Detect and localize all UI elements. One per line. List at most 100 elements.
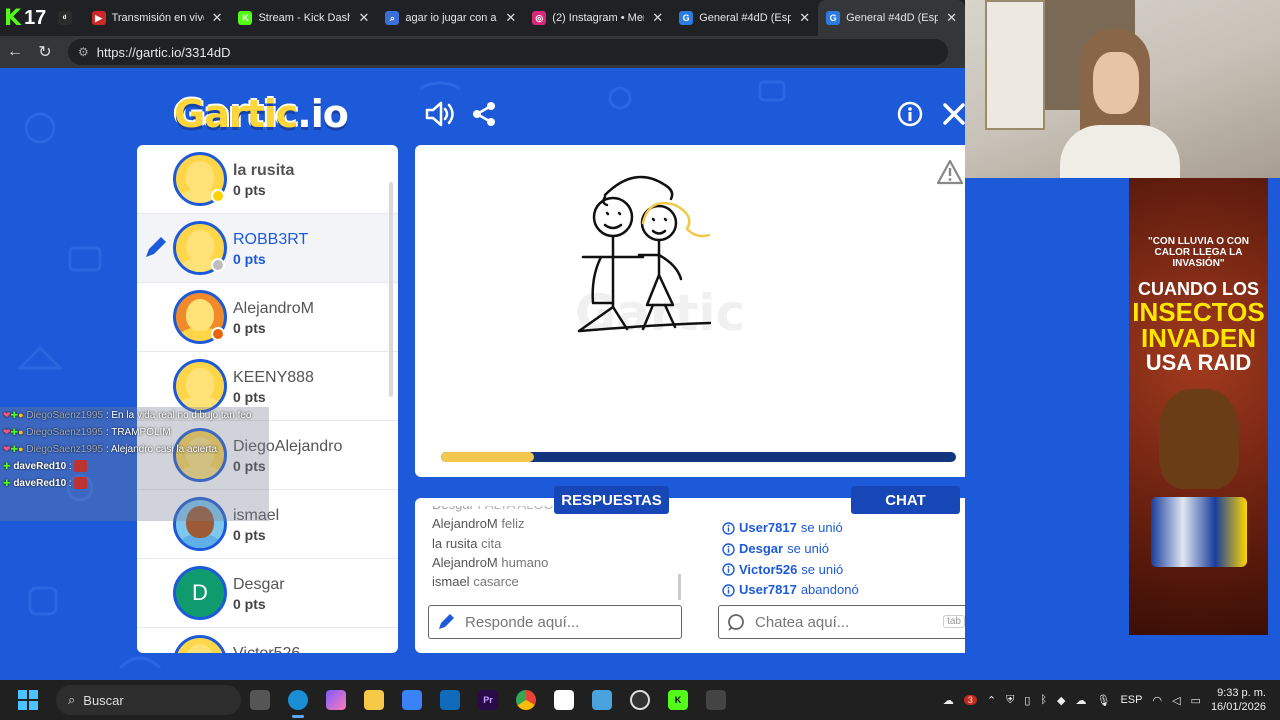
report-warning-icon[interactable] bbox=[936, 159, 964, 185]
tab-close-icon[interactable]: ✕ bbox=[358, 10, 369, 26]
tab-key-hint: tab bbox=[943, 615, 965, 628]
answer-field[interactable] bbox=[428, 605, 682, 639]
browser-tab[interactable]: ᵈ bbox=[50, 0, 84, 36]
browser-tab[interactable]: K Stream - Kick Dashboard ✕ bbox=[230, 0, 377, 36]
browser-tab[interactable]: G General #4dD (Español) ✕ bbox=[818, 0, 965, 36]
task-view-icon bbox=[250, 690, 270, 710]
start-button[interactable] bbox=[0, 690, 56, 710]
advertisement[interactable]: "CON LLUVIA O CON CALOR LLEGA LA INVASIÓ… bbox=[1129, 178, 1268, 635]
clock-time: 9:33 p. m. bbox=[1217, 687, 1266, 699]
taskbar-copilot[interactable] bbox=[317, 680, 355, 720]
weather-icon[interactable]: ☁ bbox=[943, 694, 954, 707]
task-view-button[interactable] bbox=[241, 680, 279, 720]
close-icon bbox=[943, 103, 965, 125]
back-arrow-icon[interactable]: ← bbox=[0, 43, 30, 61]
shield-icon[interactable]: ⛨ bbox=[1006, 694, 1014, 707]
taskbar-app-extra[interactable] bbox=[697, 680, 735, 720]
player-status-dot bbox=[211, 189, 225, 203]
player-row[interactable]: ROBB3RT 0 pts bbox=[137, 214, 398, 283]
player-name: Desgar bbox=[233, 576, 285, 593]
stream-chat-user: daveRed10 bbox=[13, 461, 67, 472]
share-icon bbox=[473, 102, 495, 126]
answer-item: la rusita cita bbox=[432, 534, 682, 553]
chat-field[interactable]: tab bbox=[718, 605, 965, 639]
player-status-dot bbox=[211, 258, 225, 272]
taskbar-notepad[interactable] bbox=[583, 680, 621, 720]
chat-input[interactable] bbox=[755, 613, 945, 631]
answer-text: feliz bbox=[501, 516, 525, 532]
webcam-streamer-face bbox=[1093, 52, 1139, 114]
language-indicator[interactable]: ESP bbox=[1120, 694, 1142, 706]
info-icon bbox=[722, 522, 735, 535]
tray-expand-icon[interactable]: ⌃ bbox=[987, 694, 996, 707]
exit-button[interactable] bbox=[938, 98, 965, 130]
taskbar-kick[interactable]: K bbox=[659, 680, 697, 720]
answer-user: ismael bbox=[432, 574, 470, 590]
chat-user[interactable]: User7817 bbox=[739, 518, 797, 539]
player-avatar bbox=[173, 635, 227, 653]
usb-icon[interactable]: ▯ bbox=[1024, 694, 1030, 707]
browser-tab-bar: K 17 ᵈ ▶ Transmisión en vivo ✕ K Stream - Kic… bbox=[0, 0, 965, 36]
tab-close-icon[interactable]: ✕ bbox=[652, 10, 663, 26]
mic-icon[interactable]: 🎙 bbox=[1096, 694, 1110, 707]
player-row[interactable]: Victor526 bbox=[137, 628, 398, 653]
answer-input[interactable] bbox=[465, 613, 655, 631]
share-button[interactable] bbox=[468, 98, 500, 130]
taskbar-explorer[interactable] bbox=[355, 680, 393, 720]
tab-close-icon[interactable]: ✕ bbox=[799, 10, 810, 26]
tab-close-icon[interactable]: ✕ bbox=[946, 10, 957, 26]
player-row[interactable]: D Desgar 0 pts bbox=[137, 559, 398, 628]
chat-list: User7817 se unió Desgar se unió Victor526 se … bbox=[722, 518, 965, 602]
tab-favicon-icon: ▶ bbox=[91, 11, 106, 25]
taskbar-outlook[interactable] bbox=[431, 680, 469, 720]
info-button[interactable] bbox=[894, 98, 926, 130]
taskbar-search[interactable]: ⌕ Buscar bbox=[56, 685, 241, 715]
tab-close-icon[interactable]: ✕ bbox=[505, 10, 516, 26]
emote-icon bbox=[74, 477, 88, 490]
chat-item: Victor526 se unió bbox=[722, 560, 965, 581]
site-info-icon[interactable]: ⚙ bbox=[78, 45, 89, 59]
sound-toggle-button[interactable] bbox=[423, 98, 455, 130]
security-icon[interactable]: ◆ bbox=[1057, 694, 1065, 707]
taskbar-obs[interactable] bbox=[621, 680, 659, 720]
chat-user[interactable]: Victor526 bbox=[739, 560, 797, 581]
taskbar-clock[interactable]: 9:33 p. m. 16/01/2026 bbox=[1211, 686, 1266, 714]
info-icon bbox=[722, 584, 735, 597]
bluetooth-icon[interactable]: ᛒ bbox=[1040, 694, 1047, 706]
address-bar: ← ↻ ⚙ https://gartic.io/3314dD bbox=[0, 36, 965, 68]
player-name: KEENY888 bbox=[233, 369, 314, 386]
chat-user[interactable]: Desgar bbox=[739, 539, 783, 560]
gartic-logo[interactable]: Gartic.io bbox=[174, 92, 349, 136]
taskbar-chrome[interactable] bbox=[507, 680, 545, 720]
answer-text: cita bbox=[481, 535, 502, 551]
tray-notification-badge: 3 bbox=[963, 695, 977, 705]
taskbar-capcut[interactable] bbox=[545, 680, 583, 720]
taskbar-store[interactable] bbox=[393, 680, 431, 720]
tab-close-icon[interactable]: ✕ bbox=[212, 10, 223, 26]
player-list-scrollbar[interactable] bbox=[389, 182, 393, 397]
browser-tab[interactable]: ▶ Transmisión en vivo ✕ bbox=[84, 0, 231, 36]
browser-tab[interactable]: ⌕ agar io jugar con amigos ✕ bbox=[377, 0, 524, 36]
player-name: AlejandroM bbox=[233, 300, 314, 317]
stream-chat-message: ✚ daveRed10 : bbox=[0, 475, 269, 492]
battery-icon[interactable]: ▭ bbox=[1191, 694, 1201, 707]
kick-tab-counter[interactable]: K 17 bbox=[0, 0, 50, 36]
stream-chat-user: DiegoSaenz1995 bbox=[26, 410, 104, 421]
player-row[interactable]: la rusita 0 pts bbox=[137, 145, 398, 214]
player-row[interactable]: AlejandroM 0 pts bbox=[137, 283, 398, 352]
browser-tab[interactable]: G General #4dD (Español) ✕ bbox=[671, 0, 818, 36]
chat-user[interactable]: User7817 bbox=[739, 580, 797, 601]
ad-product-image bbox=[1150, 497, 1247, 567]
pencil-icon bbox=[439, 614, 454, 629]
answers-scrollbar[interactable] bbox=[678, 574, 681, 600]
answer-text: casarce bbox=[473, 574, 519, 590]
taskbar-edge[interactable] bbox=[279, 680, 317, 720]
taskbar-premiere[interactable]: Pr bbox=[469, 680, 507, 720]
browser-tab[interactable]: ◎ (2) Instagram • Mensajes ✕ bbox=[524, 0, 671, 36]
volume-icon[interactable]: ◁ bbox=[1172, 694, 1180, 707]
cloud-icon[interactable]: ☁ bbox=[1075, 694, 1086, 707]
wifi-icon[interactable]: ◠ bbox=[1152, 694, 1162, 707]
url-field[interactable]: ⚙ https://gartic.io/3314dD bbox=[68, 39, 948, 65]
player-drawing: Gartic bbox=[575, 175, 745, 342]
reload-icon[interactable]: ↻ bbox=[30, 42, 60, 62]
